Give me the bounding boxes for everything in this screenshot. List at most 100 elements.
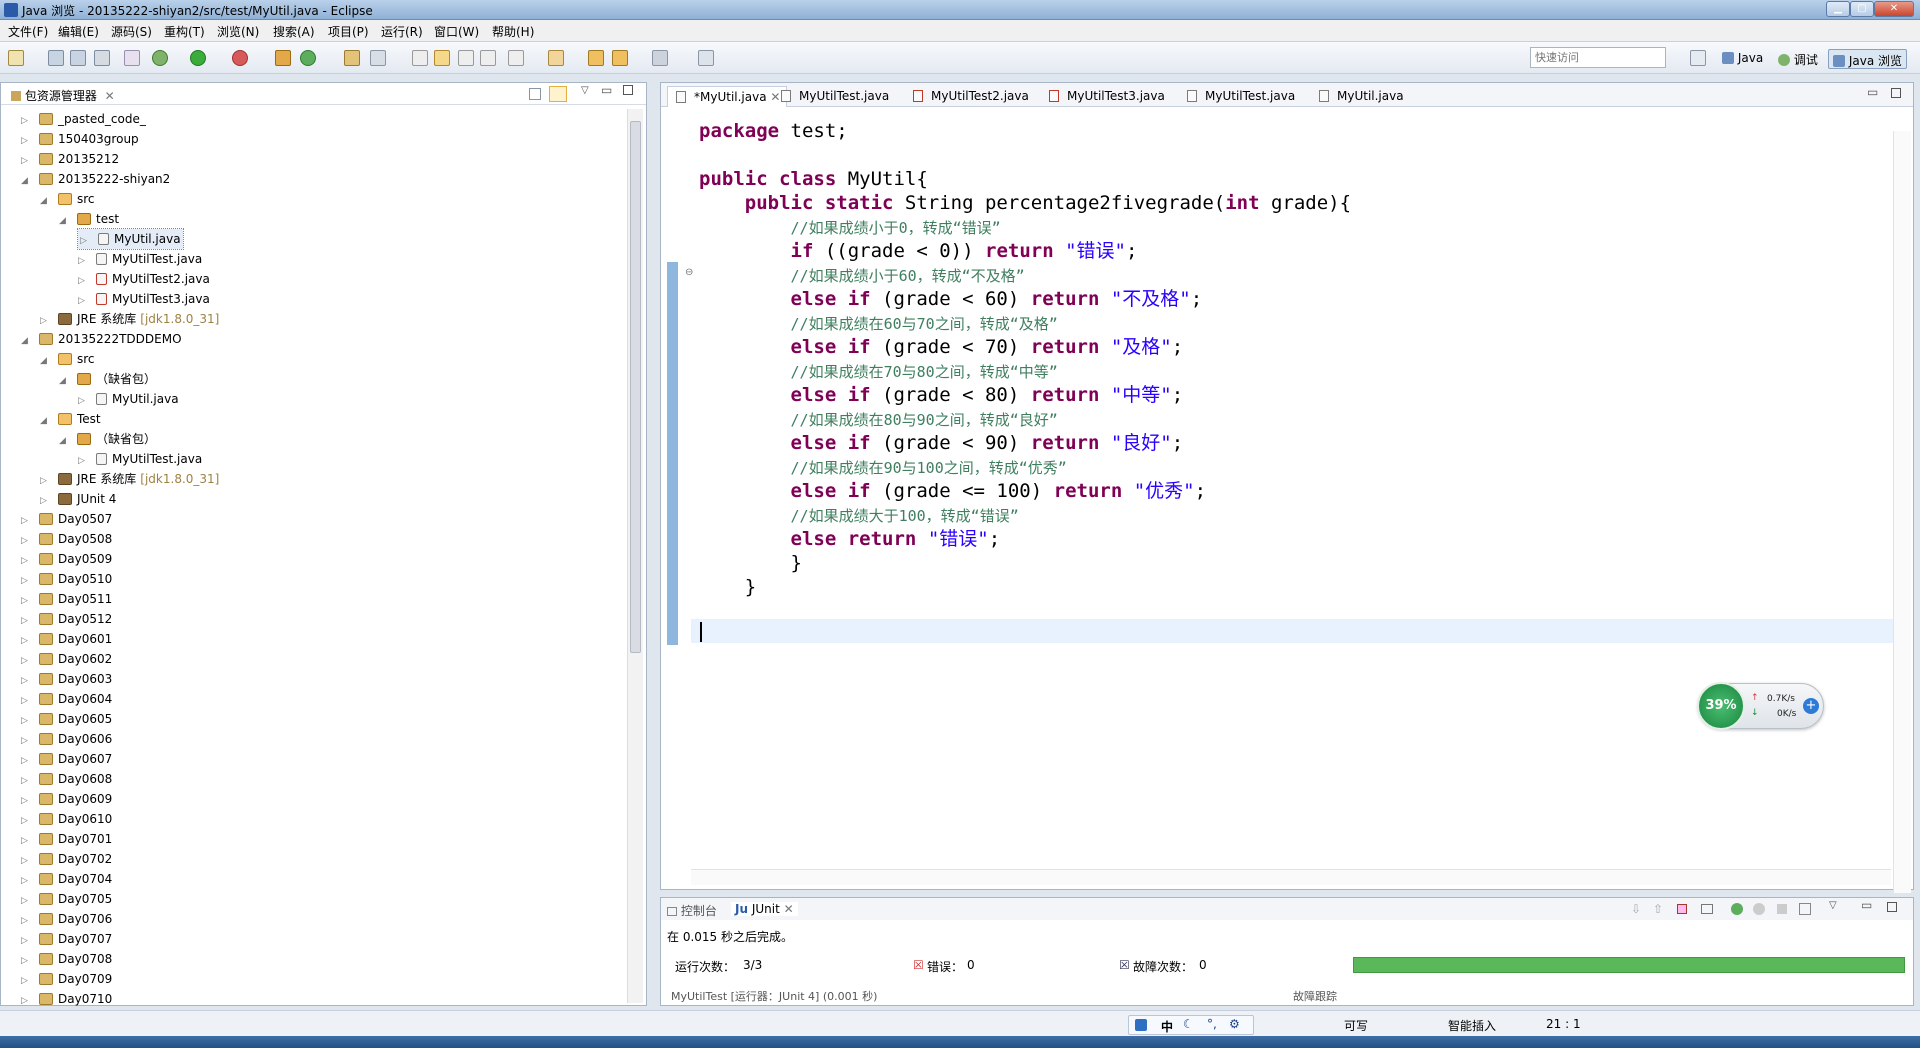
tree-item[interactable]: ▷ JRE 系统库 [jdk1.8.0_31] [40, 469, 219, 489]
fold-icon[interactable]: ⊖ [685, 267, 693, 278]
editor-tab-myutiltest2[interactable]: MyUtilTest2.java [905, 86, 1035, 107]
menu-window[interactable]: 窗口(W) [434, 23, 479, 40]
tree-item[interactable]: ▷ Day0610 [21, 809, 112, 829]
expand-arrow-icon[interactable]: ▷ [21, 811, 31, 831]
collapse-arrow-icon[interactable]: ◢ [40, 351, 50, 371]
forward-icon[interactable] [652, 50, 668, 66]
expand-arrow-icon[interactable]: ▷ [40, 311, 50, 331]
tree-item[interactable]: ▷ Day0606 [21, 729, 112, 749]
expand-arrow-icon[interactable]: ▷ [21, 671, 31, 691]
tree-item[interactable]: ▷ Day0608 [21, 769, 112, 789]
open-type-icon[interactable] [344, 50, 360, 66]
expand-arrow-icon[interactable]: ▷ [21, 911, 31, 931]
tree-item[interactable]: ▷ Day0708 [21, 949, 112, 969]
menu-edit[interactable]: 编辑(E) [58, 23, 99, 40]
menu-run[interactable]: 运行(R) [381, 23, 423, 40]
tree-item[interactable]: ▷ Day0601 [21, 629, 112, 649]
tree-item[interactable]: ◢ test [59, 209, 119, 229]
expand-arrow-icon[interactable]: ▷ [21, 991, 31, 1011]
scrollbar-thumb[interactable] [630, 121, 641, 653]
tree-item[interactable]: ▷ JUnit 4 [40, 489, 116, 509]
stop-test-icon[interactable] [1777, 904, 1787, 914]
tree-item[interactable]: ◢ Test [40, 409, 101, 429]
tree-item[interactable]: ▷ Day0701 [21, 829, 112, 849]
expand-arrow-icon[interactable]: ▷ [21, 891, 31, 911]
tree-item[interactable]: ▷ Day0510 [21, 569, 112, 589]
expand-arrow-icon[interactable]: ▷ [21, 691, 31, 711]
package-explorer-tab[interactable]: 包资源管理器 ✕ [11, 87, 115, 104]
tree-item[interactable]: ◢ （缺省包） [59, 369, 156, 389]
expand-arrow-icon[interactable]: ▷ [21, 751, 31, 771]
print-icon[interactable] [94, 50, 110, 66]
last-edit-icon[interactable] [588, 50, 604, 66]
menu-search[interactable]: 搜索(A) [273, 23, 315, 40]
menu-refactor[interactable]: 重构(T) [164, 23, 205, 40]
perspective-debug[interactable]: 调试 [1774, 49, 1822, 69]
expand-arrow-icon[interactable]: ▷ [21, 611, 31, 631]
menu-navigate[interactable]: 浏览(N) [217, 23, 259, 40]
search-icon[interactable] [370, 50, 386, 66]
expand-arrow-icon[interactable]: ▷ [21, 931, 31, 951]
collapse-arrow-icon[interactable]: ◢ [59, 211, 69, 231]
expand-arrow-icon[interactable]: ▷ [21, 791, 31, 811]
rerun-failed-first-icon[interactable] [1753, 903, 1765, 915]
ime-toolbar[interactable]: 中 ☾ °, ⚙ [1128, 1015, 1254, 1035]
collapse-arrow-icon[interactable]: ◢ [59, 371, 69, 391]
expand-arrow-icon[interactable]: ▷ [21, 631, 31, 651]
tree-item[interactable]: ▷ Day0605 [21, 709, 112, 729]
expand-arrow-icon[interactable]: ▷ [21, 651, 31, 671]
expand-arrow-icon[interactable]: ▷ [40, 491, 50, 511]
minimize-view-icon[interactable]: ▭ [1861, 898, 1872, 912]
expand-arrow-icon[interactable]: ▷ [21, 591, 31, 611]
new-icon[interactable] [8, 50, 24, 66]
next-annotation-icon[interactable] [508, 50, 524, 66]
junit-test-row[interactable]: MyUtilTest [运行器：JUnit 4] (0.001 秒) [671, 988, 877, 1004]
expand-arrow-icon[interactable]: ▷ [78, 451, 88, 471]
tree-item[interactable]: ▷ _pasted_code_ [21, 109, 146, 129]
show-failures-only-icon[interactable] [1677, 904, 1687, 914]
tree-item[interactable]: ◢ 20135222TDDDEMO [21, 329, 182, 349]
tree-item[interactable]: ▷ Day0602 [21, 649, 112, 669]
collapse-arrow-icon[interactable]: ◢ [59, 431, 69, 451]
open-perspective-icon[interactable] [1690, 50, 1706, 66]
maximize-view-icon[interactable] [1887, 902, 1897, 912]
collapse-arrow-icon[interactable]: ◢ [21, 331, 31, 351]
code-editor[interactable]: ⊖ package test; public class MyUtil{ publ… [661, 107, 1913, 893]
save-icon[interactable] [48, 50, 64, 66]
toggle-mark-icon[interactable] [412, 50, 428, 66]
expand-arrow-icon[interactable]: ▷ [21, 551, 31, 571]
tree-item[interactable]: ◢ src [40, 189, 95, 209]
expand-arrow-icon[interactable]: ▷ [21, 131, 31, 151]
network-speed-widget[interactable]: 39% ↑ 0.7K/s ↓ 0K/s + [1697, 682, 1824, 730]
run-external-icon[interactable] [232, 50, 248, 66]
tree-item[interactable]: ▷ MyUtil.java [78, 389, 179, 409]
link-with-editor-icon[interactable] [549, 86, 567, 102]
collapse-arrow-icon[interactable]: ◢ [40, 191, 50, 211]
editor-horizontal-scrollbar[interactable] [691, 869, 1891, 885]
expand-arrow-icon[interactable]: ▷ [78, 271, 88, 291]
expand-arrow-icon[interactable]: ▷ [21, 731, 31, 751]
plus-icon[interactable]: + [1803, 698, 1819, 714]
show-whitespace-icon[interactable] [480, 50, 496, 66]
expand-arrow-icon[interactable]: ▷ [21, 831, 31, 851]
rerun-test-icon[interactable] [1731, 903, 1743, 915]
editor-tab-myutil-dirty[interactable]: *MyUtil.java ✕ [667, 86, 788, 107]
test-run-history-icon[interactable] [1799, 903, 1811, 915]
expand-arrow-icon[interactable]: ▷ [21, 971, 31, 991]
expand-arrow-icon[interactable]: ▷ [21, 951, 31, 971]
punctuation-icon[interactable]: °, [1207, 1017, 1217, 1031]
block-selection-icon[interactable] [458, 50, 474, 66]
new-class-icon[interactable] [300, 50, 316, 66]
save-all-icon[interactable] [70, 50, 86, 66]
collapse-arrow-icon[interactable]: ◢ [21, 171, 31, 191]
tree-item[interactable]: ▷ Day0707 [21, 929, 112, 949]
view-menu-icon[interactable]: ▽ [581, 85, 589, 96]
view-menu-icon[interactable]: ▽ [1829, 900, 1837, 911]
expand-arrow-icon[interactable]: ▷ [78, 291, 88, 311]
minimize-view-icon[interactable]: ▭ [601, 83, 612, 97]
expand-arrow-icon[interactable]: ▷ [80, 231, 90, 251]
tree-item[interactable]: ▷ Day0702 [21, 849, 112, 869]
tree-item[interactable]: ◢ 20135222-shiyan2 [21, 169, 170, 189]
maximize-view-icon[interactable] [623, 85, 633, 95]
debug-icon[interactable] [152, 50, 168, 66]
